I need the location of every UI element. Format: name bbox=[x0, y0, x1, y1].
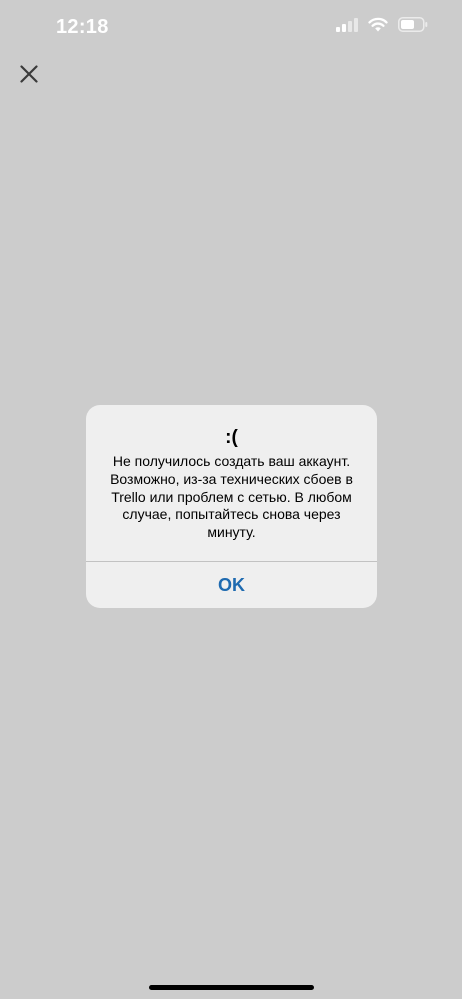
close-icon bbox=[20, 65, 38, 83]
error-alert-dialog: :( Не получилось создать ваш аккаунт. Во… bbox=[86, 405, 377, 608]
status-time: 12:18 bbox=[56, 16, 109, 38]
status-icons bbox=[336, 17, 428, 32]
wifi-icon bbox=[368, 17, 388, 32]
alert-body: :( Не получилось создать ваш аккаунт. Во… bbox=[86, 405, 377, 561]
cellular-signal-icon bbox=[336, 17, 358, 32]
screen: 12:18:(Не получилось создать ваш аккау… bbox=[0, 0, 462, 999]
status-bar: 12:18 bbox=[0, 0, 462, 56]
alert-title: :( bbox=[225, 427, 238, 448]
close-button[interactable] bbox=[15, 60, 43, 88]
home-indicator[interactable] bbox=[149, 985, 314, 990]
alert-message: Не получилось создать ваш аккаунт. Возмо… bbox=[110, 453, 353, 541]
battery-icon bbox=[398, 17, 428, 32]
ok-button[interactable]: OK bbox=[86, 562, 377, 608]
